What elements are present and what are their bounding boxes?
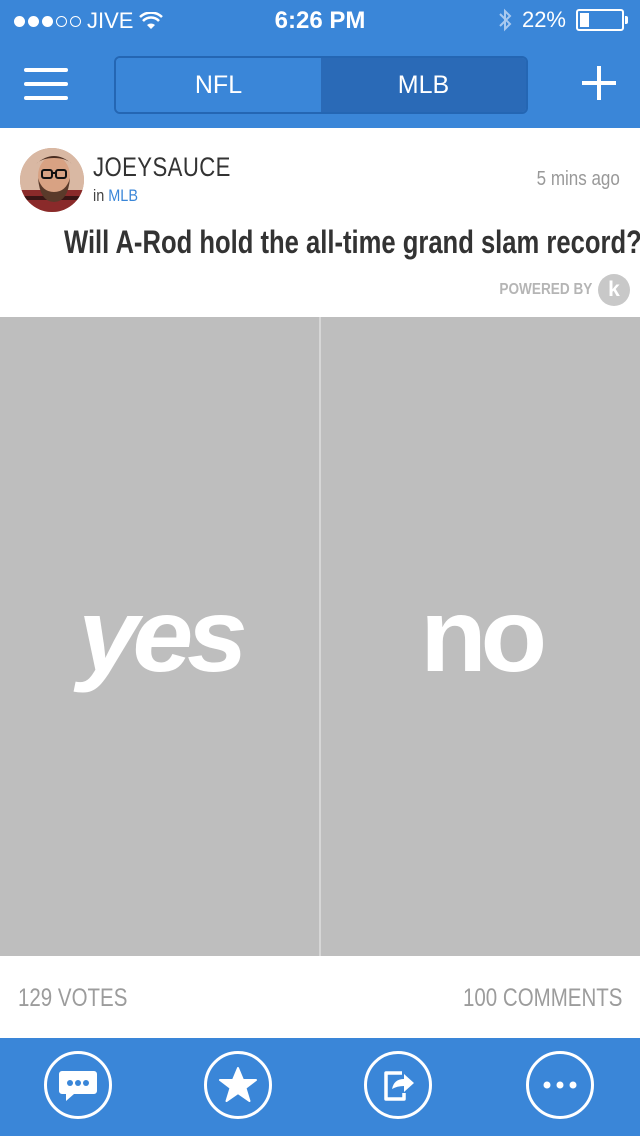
post-header: JOEYSAUCE in MLB 5 mins ago Will A-Rod h… bbox=[0, 128, 640, 316]
avatar[interactable] bbox=[20, 148, 84, 212]
vote-no-button[interactable]: no bbox=[321, 317, 640, 956]
status-right: 22% bbox=[498, 7, 628, 33]
add-icon[interactable] bbox=[582, 66, 616, 100]
battery-percent: 22% bbox=[521, 7, 566, 32]
bluetooth-icon bbox=[499, 8, 512, 32]
league-segmented-control: NFL MLB bbox=[114, 56, 528, 114]
vote-yes-label: yes bbox=[77, 578, 248, 694]
vote-yes-button[interactable]: yes bbox=[0, 317, 319, 956]
powered-by-label: POWERED BY bbox=[499, 281, 592, 298]
hamburger-menu-icon[interactable] bbox=[24, 68, 68, 100]
tab-nfl[interactable]: NFL bbox=[116, 58, 321, 112]
chat-icon[interactable] bbox=[44, 1051, 112, 1119]
category-prefix: in bbox=[93, 186, 105, 205]
vote-no-label: no bbox=[420, 578, 547, 694]
bottom-action-bar bbox=[0, 1038, 640, 1136]
more-icon[interactable] bbox=[526, 1051, 594, 1119]
comments-count[interactable]: 100 COMMENTS bbox=[463, 984, 622, 1013]
battery-icon bbox=[576, 9, 628, 31]
post-username[interactable]: JOEYSAUCE bbox=[93, 152, 231, 183]
post-stats: 129 VOTES 100 COMMENTS bbox=[0, 956, 640, 1038]
nav-bar: NFL MLB bbox=[0, 40, 640, 128]
post-category-line: in MLB bbox=[93, 186, 138, 206]
tab-mlb[interactable]: MLB bbox=[321, 58, 526, 112]
share-icon[interactable] bbox=[364, 1051, 432, 1119]
category-link[interactable]: MLB bbox=[108, 186, 138, 205]
post-timestamp: 5 mins ago bbox=[536, 168, 620, 190]
votes-count[interactable]: 129 VOTES bbox=[18, 984, 127, 1013]
star-icon[interactable] bbox=[204, 1051, 272, 1119]
status-bar: JIVE 6:26 PM 22% bbox=[0, 0, 640, 40]
k-logo-icon: k bbox=[598, 274, 630, 306]
powered-by[interactable]: POWERED BY k bbox=[483, 274, 630, 306]
post-question: Will A-Rod hold the all-time grand slam … bbox=[64, 224, 640, 260]
